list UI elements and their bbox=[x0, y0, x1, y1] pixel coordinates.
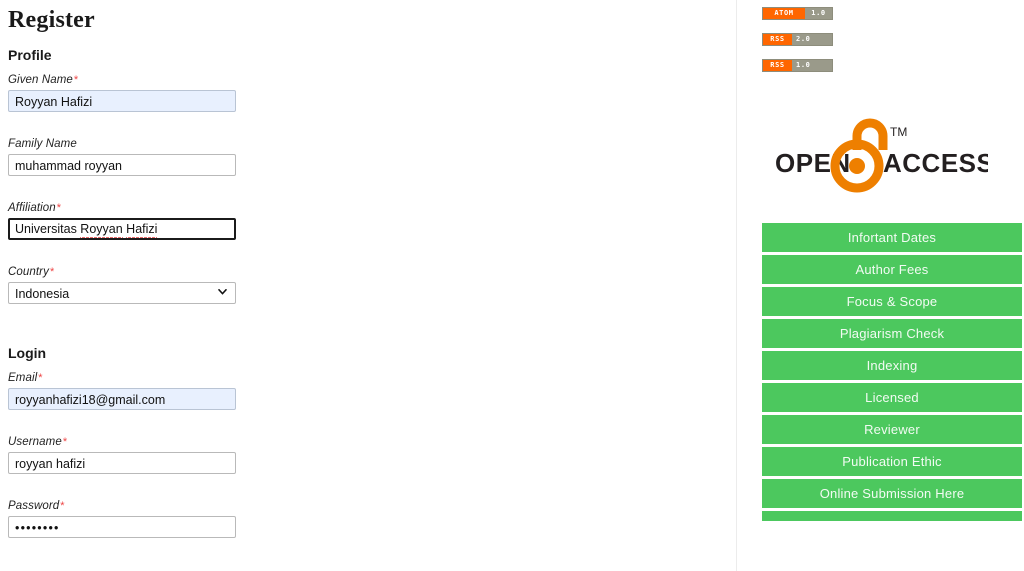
field-country: Country* Indonesia bbox=[8, 265, 728, 304]
affiliation-label: Affiliation* bbox=[8, 202, 62, 214]
username-label: Username* bbox=[8, 436, 68, 448]
field-affiliation: Affiliation* Universitas Royyan Hafizi bbox=[8, 201, 728, 240]
main-content-column: Register Profile Given Name* Family Name… bbox=[0, 0, 736, 571]
nav-button-licensed[interactable]: Licensed bbox=[762, 383, 1022, 412]
open-access-word-right: ACCESS bbox=[883, 148, 988, 178]
email-input[interactable] bbox=[8, 388, 236, 410]
email-label: Email* bbox=[8, 372, 43, 384]
password-input[interactable]: •••••••• bbox=[8, 516, 236, 538]
nav-button-author-fees[interactable]: Author Fees bbox=[762, 255, 1022, 284]
login-section-heading: Login bbox=[8, 345, 47, 361]
affiliation-misspelled-word-2: Hafizi bbox=[126, 220, 158, 238]
nav-button-reviewer[interactable]: Reviewer bbox=[762, 415, 1022, 444]
password-masked-value: •••••••• bbox=[15, 521, 60, 535]
given-name-input[interactable] bbox=[8, 90, 236, 112]
required-marker: * bbox=[60, 500, 65, 512]
nav-button-online-submission[interactable]: Online Submission Here bbox=[762, 479, 1022, 508]
nav-button-next-partial[interactable] bbox=[762, 511, 1022, 521]
required-marker: * bbox=[38, 372, 43, 384]
register-page: Register Profile Given Name* Family Name… bbox=[0, 0, 1024, 571]
nav-button-indexing[interactable]: Indexing bbox=[762, 351, 1022, 380]
password-label: Password* bbox=[8, 500, 65, 512]
sidebar-nav-buttons: Infortant Dates Author Fees Focus & Scop… bbox=[737, 223, 1024, 521]
feed-badge-rss-2-0[interactable]: RSS 2.0 bbox=[762, 33, 833, 46]
affiliation-misspelled-word-1: Royyan bbox=[80, 220, 123, 238]
given-name-label: Given Name* bbox=[8, 74, 79, 86]
feed-badge-atom-1-0[interactable]: ATOM 1.0 bbox=[762, 7, 833, 20]
feed-badge-version: 1.0 bbox=[811, 9, 826, 17]
nav-button-publication-ethic[interactable]: Publication Ethic bbox=[762, 447, 1022, 476]
sidebar-column: ATOM 1.0 RSS 2.0 RSS 1.0 OPEN TM ACCESS … bbox=[737, 0, 1024, 571]
affiliation-value: Universitas Royyan Hafizi bbox=[15, 220, 158, 238]
required-marker: * bbox=[73, 74, 79, 86]
required-marker: * bbox=[56, 202, 62, 214]
required-marker: * bbox=[62, 436, 68, 448]
affiliation-text-ok: Universitas bbox=[15, 222, 81, 236]
country-label: Country* bbox=[8, 266, 55, 278]
username-input[interactable] bbox=[8, 452, 236, 474]
country-select[interactable]: Indonesia bbox=[8, 282, 236, 304]
family-name-label: Family Name bbox=[8, 138, 77, 150]
required-marker: * bbox=[49, 266, 55, 278]
field-family-name: Family Name bbox=[8, 137, 728, 176]
feed-badge-name: RSS bbox=[763, 60, 792, 71]
country-select-wrapper: Indonesia bbox=[8, 282, 236, 304]
feed-badge-version: 1.0 bbox=[796, 61, 811, 69]
profile-section-heading: Profile bbox=[8, 47, 52, 63]
nav-button-plagiarism-check[interactable]: Plagiarism Check bbox=[762, 319, 1022, 348]
nav-button-focus-and-scope[interactable]: Focus & Scope bbox=[762, 287, 1022, 316]
open-access-logo: OPEN TM ACCESS bbox=[737, 114, 1024, 194]
affiliation-input[interactable]: Universitas Royyan Hafizi bbox=[8, 218, 236, 240]
feed-badge-name: RSS bbox=[763, 34, 792, 45]
open-access-logo-graphic: OPEN TM ACCESS bbox=[775, 118, 988, 193]
field-given-name: Given Name* bbox=[8, 73, 728, 112]
feed-badge-list: ATOM 1.0 RSS 2.0 RSS 1.0 bbox=[737, 0, 1024, 72]
field-password: Password* •••••••• bbox=[8, 499, 728, 538]
feed-badge-name: ATOM bbox=[763, 8, 805, 19]
nav-button-important-dates[interactable]: Infortant Dates bbox=[762, 223, 1022, 252]
feed-badge-rss-1-0[interactable]: RSS 1.0 bbox=[762, 59, 833, 72]
field-username: Username* bbox=[8, 435, 728, 474]
open-access-trademark: TM bbox=[890, 125, 907, 139]
family-name-input[interactable] bbox=[8, 154, 236, 176]
field-email: Email* bbox=[8, 371, 728, 410]
feed-badge-version: 2.0 bbox=[796, 35, 811, 43]
page-title: Register bbox=[8, 7, 95, 33]
